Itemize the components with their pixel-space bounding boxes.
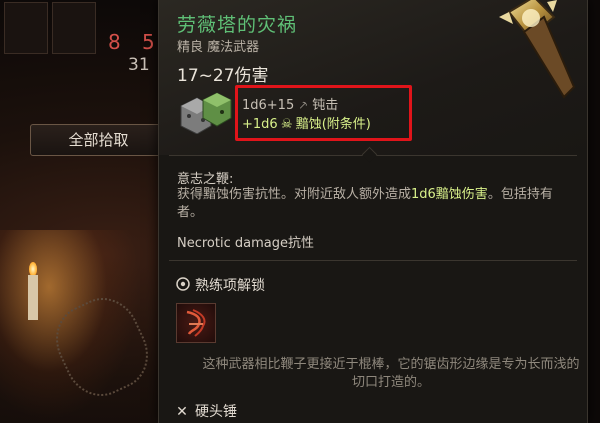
ability-highlight: 1d6黯蚀伤害 (411, 187, 488, 202)
damage-line-necrotic: +1d6 ☠ 黯蚀(附条件) (242, 113, 371, 132)
crossed-weapons-icon: ✕ (176, 404, 188, 420)
proficiency-unlock-heading: 熟练项解锁 (175, 275, 265, 295)
count-red-second: 5 (142, 30, 155, 54)
damage-dice: +1d6 (242, 117, 278, 132)
weapon-art-icon (499, 0, 576, 99)
inventory-slot[interactable] (52, 2, 96, 54)
flavor-text: 这种武器相比鞭子更接近于棍棒，它的锯齿形边缘是专为长而浅的切口打造的。 (202, 357, 580, 390)
count-white: 31 (128, 55, 150, 75)
damage-type: 黯蚀(附条件) (295, 117, 371, 132)
resistance-line: Necrotic damage抗性 (177, 236, 314, 251)
ability-name: 意志之鞭: (177, 172, 234, 187)
damage-type: 钝击 (312, 98, 339, 113)
damage-dice-icon (180, 92, 232, 134)
gold-count-red: 8 (108, 30, 121, 54)
item-damage-range: 17~27伤害 (177, 66, 269, 86)
weapon-type-row: ✕ 硬头锤 (176, 404, 237, 420)
loot-all-button[interactable]: 全部拾取 (30, 124, 167, 156)
ability-description: 获得黯蚀伤害抗性。对附近敌人额外造成1d6黯蚀伤害。包括持有者。 (177, 187, 553, 220)
item-name: 劳薇塔的灾祸 (177, 14, 298, 36)
candle-icon (27, 262, 39, 322)
proficiency-action-tile[interactable] (176, 303, 216, 343)
item-tooltip: 劳薇塔的灾祸 精良 魔法武器 17~27伤害 1d6+15 ⸕ 钝击 +1d6 ☠ 黯蚀… (158, 0, 588, 423)
necrotic-icon: ☠ (280, 117, 293, 132)
damage-line-bludgeoning: 1d6+15 ⸕ 钝击 (242, 94, 338, 113)
bludgeon-icon: ⸕ (298, 98, 309, 113)
item-rarity-type: 精良 魔法武器 (177, 40, 260, 55)
damage-dice: 1d6+15 (242, 98, 295, 113)
inventory-slot[interactable] (4, 2, 48, 54)
divider (169, 260, 577, 261)
lacerate-action-icon (186, 309, 206, 337)
proficiency-icon (176, 277, 190, 291)
